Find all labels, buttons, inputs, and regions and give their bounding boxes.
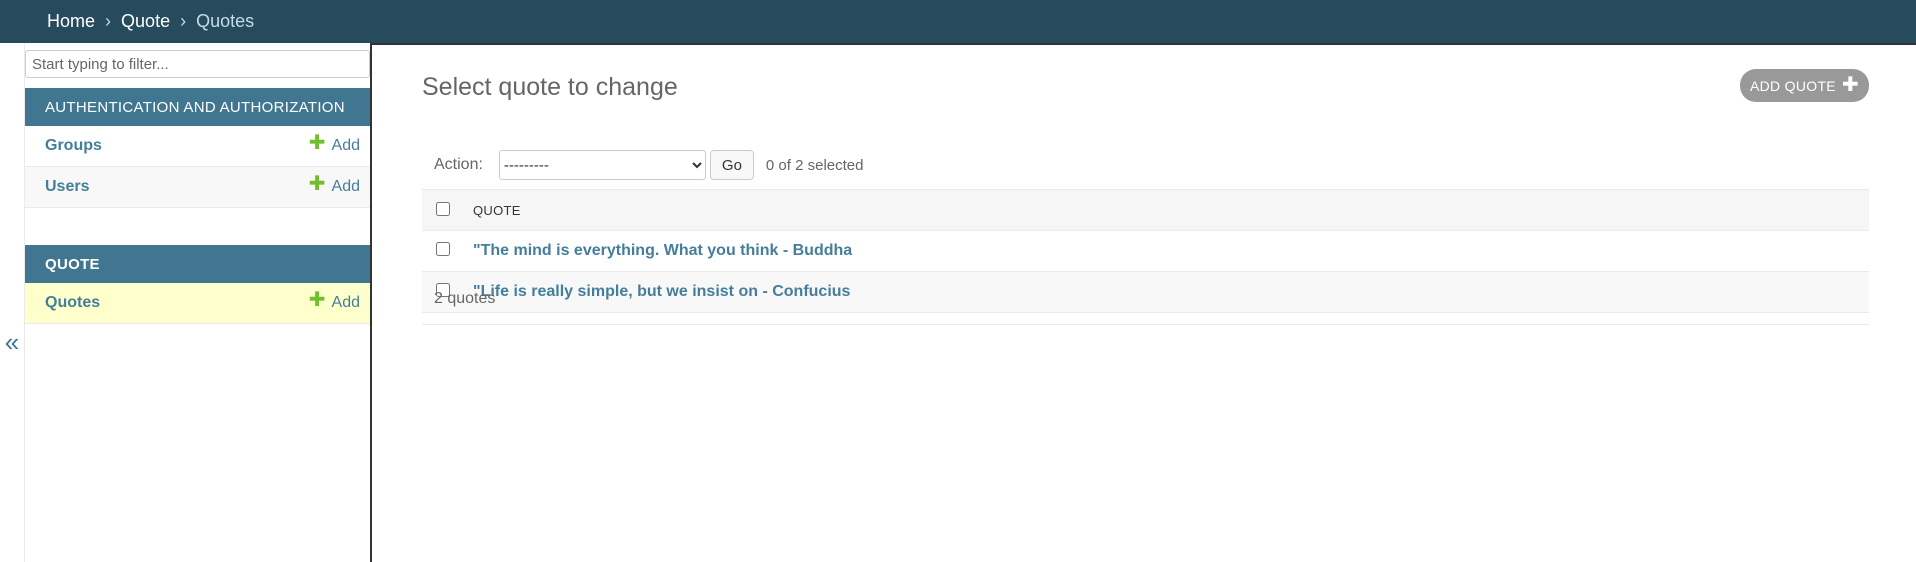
sidebar-toggle-button[interactable]: « [0, 43, 25, 562]
action-select[interactable]: --------- [498, 150, 706, 180]
row-checkbox-cell [422, 230, 472, 272]
main-content: Select quote to change ADD QUOTE ✚ Actio… [370, 43, 1916, 562]
module-header-auth[interactable]: AUTHENTICATION AND AUTHORIZATION [25, 88, 370, 126]
add-label: Add [331, 178, 360, 195]
plus-icon: ✚ [1841, 74, 1859, 96]
breadcrumb-separator: › [105, 11, 112, 31]
paginator: 2 quotes [422, 273, 1869, 325]
breadcrumb: Home › Quote › Quotes [47, 11, 254, 32]
sidebar-item-groups: Groups ✚ Add [25, 126, 370, 167]
sidebar-item-quotes: Quotes ✚ Add [25, 283, 370, 324]
select-all-cell [422, 189, 472, 231]
breadcrumb-home-link[interactable]: Home [47, 11, 95, 31]
add-quote-link[interactable]: ✚ Add [308, 289, 360, 313]
plus-icon: ✚ [308, 289, 326, 311]
breadcrumb-current: Quotes [196, 11, 255, 31]
module-header-quote[interactable]: QUOTE [25, 245, 370, 283]
add-user-link[interactable]: ✚ Add [308, 173, 360, 197]
table-row: "The mind is everything. What you think … [422, 230, 1869, 272]
groups-link[interactable]: Groups [45, 137, 102, 155]
quote-cell: "The mind is everything. What you think … [472, 230, 1869, 272]
table-header-row: QUOTE [422, 189, 1869, 231]
double-chevron-left-icon: « [4, 327, 20, 357]
add-group-link[interactable]: ✚ Add [308, 132, 360, 156]
sidebar-nav: AUTHENTICATION AND AUTHORIZATION Groups … [25, 43, 370, 562]
header-bar: Home › Quote › Quotes [0, 0, 1916, 43]
quote-link[interactable]: "The mind is everything. What you think … [473, 242, 852, 259]
nav-filter-input[interactable] [25, 50, 370, 78]
page-title: Select quote to change [422, 73, 678, 101]
select-all-checkbox[interactable] [436, 201, 450, 216]
go-button[interactable]: Go [709, 150, 754, 180]
sidebar-item-users: Users ✚ Add [25, 167, 370, 208]
add-label: Add [331, 137, 360, 154]
actions-bar: Action: --------- Go 0 of 2 selected [422, 141, 1869, 189]
module-auth: AUTHENTICATION AND AUTHORIZATION Groups … [25, 88, 370, 208]
action-label: Action: [434, 156, 483, 173]
breadcrumb-separator: › [180, 11, 187, 31]
selection-counter: 0 of 2 selected [765, 156, 864, 174]
column-header-quote[interactable]: QUOTE [472, 189, 1869, 231]
add-label: Add [331, 294, 360, 311]
quotes-link[interactable]: Quotes [45, 294, 100, 312]
plus-icon: ✚ [308, 173, 326, 195]
breadcrumb-app-link[interactable]: Quote [121, 11, 170, 31]
users-link[interactable]: Users [45, 178, 89, 196]
row-checkbox[interactable] [436, 241, 450, 256]
add-quote-button[interactable]: ADD QUOTE ✚ [1740, 69, 1869, 102]
module-quote: QUOTE Quotes ✚ Add [25, 245, 370, 324]
add-quote-button-label: ADD QUOTE [1750, 77, 1836, 94]
plus-icon: ✚ [308, 132, 326, 154]
